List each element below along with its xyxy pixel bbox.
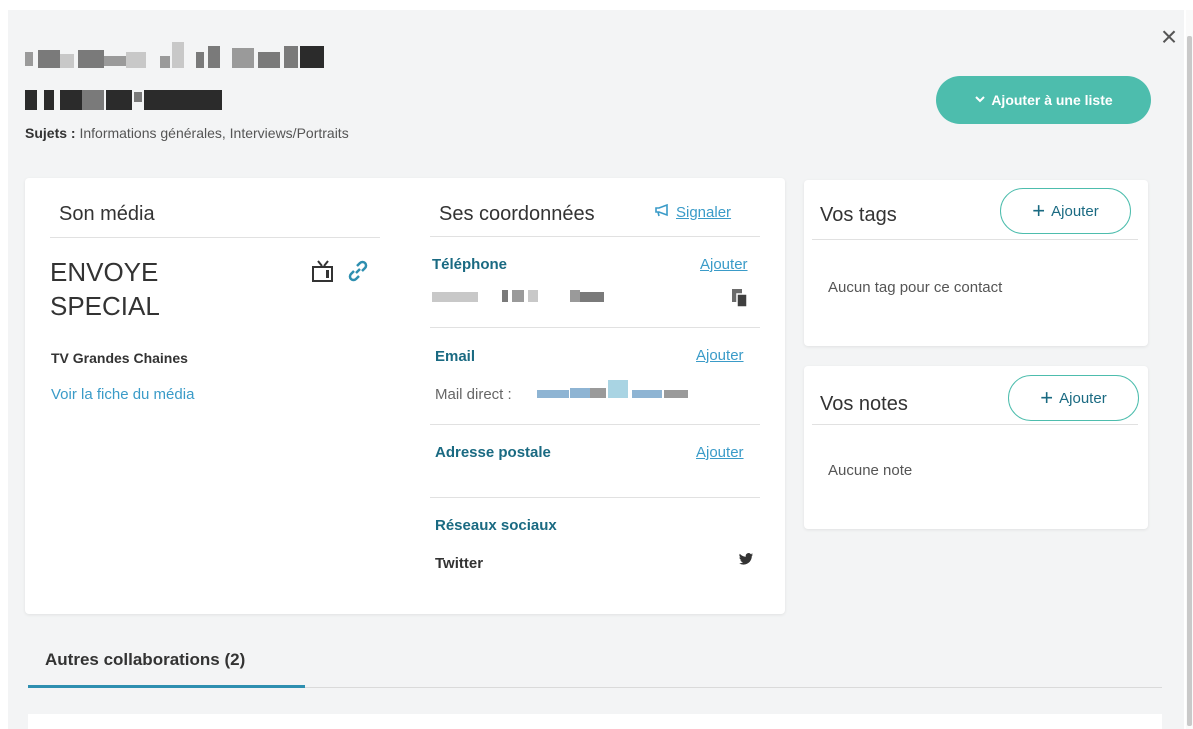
divider bbox=[430, 327, 760, 328]
subjects-value: Informations générales, Interviews/Portr… bbox=[79, 125, 349, 141]
add-email-link[interactable]: Ajouter bbox=[696, 347, 744, 364]
view-media-link[interactable]: Voir la fiche du média bbox=[51, 386, 194, 403]
subjects-line: Sujets : Informations générales, Intervi… bbox=[25, 125, 349, 141]
add-tag-label: Ajouter bbox=[1051, 202, 1099, 220]
add-tag-button[interactable]: + Ajouter bbox=[1000, 188, 1131, 234]
divider bbox=[50, 237, 380, 238]
media-section-title: Son média bbox=[59, 203, 155, 225]
twitter-label: Twitter bbox=[435, 555, 484, 572]
scrollbar-thumb[interactable] bbox=[1187, 36, 1192, 726]
active-tab-indicator bbox=[28, 685, 305, 688]
divider bbox=[812, 424, 1138, 425]
add-to-list-label: Ajouter à une liste bbox=[991, 92, 1113, 108]
divider bbox=[430, 424, 760, 425]
media-type: TV Grandes Chaines bbox=[51, 350, 188, 366]
divider bbox=[430, 236, 760, 237]
media-name: ENVOYE SPECIAL bbox=[50, 257, 160, 321]
add-address-link[interactable]: Ajouter bbox=[696, 444, 744, 461]
tags-empty-text: Aucun tag pour ce contact bbox=[828, 279, 1003, 296]
notes-title: Vos notes bbox=[820, 393, 908, 415]
mail-direct-label: Mail direct : bbox=[435, 386, 512, 403]
divider bbox=[430, 497, 760, 498]
add-note-button[interactable]: + Ajouter bbox=[1008, 375, 1139, 421]
plus-icon: + bbox=[1032, 198, 1046, 223]
subjects-label: Sujets : bbox=[25, 125, 76, 141]
social-networks-label: Réseaux sociaux bbox=[435, 517, 557, 534]
tab-other-collaborations[interactable]: Autres collaborations (2) bbox=[45, 650, 245, 670]
contact-section-title: Ses coordonnées bbox=[439, 203, 595, 225]
report-label: Signaler bbox=[676, 203, 732, 221]
link-icon[interactable] bbox=[345, 258, 371, 284]
copy-icon[interactable] bbox=[730, 287, 750, 309]
divider bbox=[812, 239, 1138, 240]
report-link[interactable]: Signaler bbox=[654, 203, 731, 221]
add-to-list-button[interactable]: Ajouter à une liste bbox=[936, 76, 1151, 124]
tv-icon bbox=[311, 258, 337, 284]
notes-empty-text: Aucune note bbox=[828, 462, 913, 479]
collaborations-panel bbox=[28, 714, 1162, 729]
twitter-icon[interactable] bbox=[738, 551, 754, 567]
megaphone-icon bbox=[654, 203, 670, 221]
add-phone-link[interactable]: Ajouter bbox=[700, 256, 748, 273]
add-note-label: Ajouter bbox=[1059, 389, 1107, 407]
phone-label: Téléphone bbox=[432, 256, 508, 273]
chevron-down-icon bbox=[974, 93, 986, 108]
close-button[interactable]: × bbox=[1158, 23, 1180, 52]
email-label: Email bbox=[435, 348, 476, 365]
plus-icon: + bbox=[1040, 385, 1054, 410]
postal-address-label: Adresse postale bbox=[435, 444, 551, 461]
tags-title: Vos tags bbox=[820, 204, 897, 226]
